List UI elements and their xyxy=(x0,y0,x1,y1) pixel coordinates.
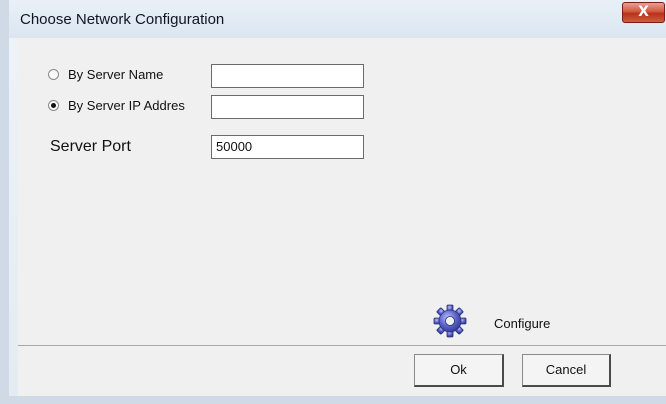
server-port-label: Server Port xyxy=(50,138,131,155)
server-name-radio[interactable] xyxy=(48,68,59,80)
ok-button[interactable]: Ok xyxy=(414,354,504,387)
server-name-label: By Server Name xyxy=(68,66,164,82)
network-config-dialog: Choose Network Configuration X By Server… xyxy=(0,0,666,404)
configure-button[interactable] xyxy=(433,304,467,338)
server-ip-label: By Server IP Addres xyxy=(68,97,185,113)
server-name-input[interactable] xyxy=(211,64,364,88)
dialog-footer: Ok Cancel xyxy=(18,346,666,396)
server-ip-input[interactable] xyxy=(211,95,364,119)
server-ip-radio[interactable] xyxy=(48,99,59,111)
close-button[interactable]: X xyxy=(622,2,665,23)
title-bar[interactable]: Choose Network Configuration X xyxy=(9,0,666,38)
option-by-server-ip[interactable]: By Server IP Addres xyxy=(48,96,185,114)
option-by-server-name[interactable]: By Server Name xyxy=(48,65,163,83)
server-port-input[interactable]: 50000 xyxy=(211,135,364,159)
dialog-body: By Server Name By Server IP Addres Serve… xyxy=(18,38,666,345)
cancel-button[interactable]: Cancel xyxy=(522,354,611,387)
dialog-title: Choose Network Configuration xyxy=(20,11,225,28)
close-icon: X xyxy=(638,4,649,20)
configure-label: Configure xyxy=(494,316,551,331)
gear-icon[interactable] xyxy=(433,304,467,338)
